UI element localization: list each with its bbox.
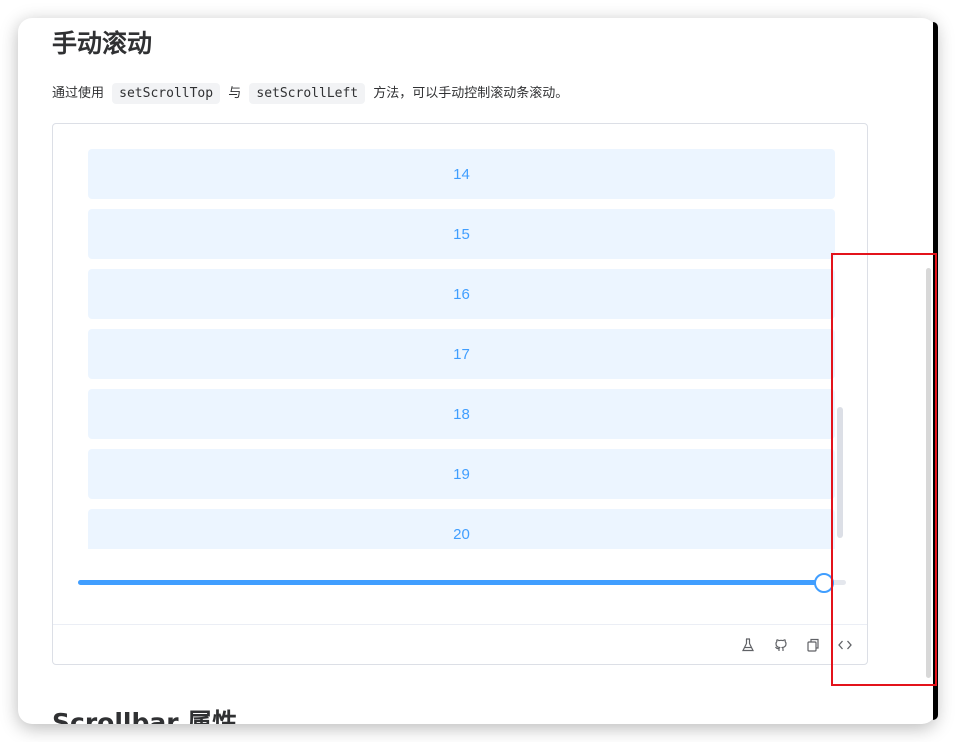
desc-text-end: 方法，可以手动控制滚动条滚动。 xyxy=(373,86,569,101)
scrollbar-item: 14 xyxy=(88,149,835,199)
scrollbar-viewport[interactable]: 14 15 16 17 18 19 20 xyxy=(88,149,836,549)
desc-text-middle: 与 xyxy=(228,86,242,101)
next-section-title: Scrollbar 属性 xyxy=(52,708,238,724)
code-set-scroll-top: setScrollTop xyxy=(112,83,221,104)
scrollbar-item: 15 xyxy=(88,209,835,259)
section-description: 通过使用 setScrollTop 与 setScrollLeft 方法，可以手… xyxy=(52,82,569,104)
github-icon[interactable] xyxy=(772,636,790,654)
scrollbar-item: 16 xyxy=(88,269,835,319)
scrollbar-item: 17 xyxy=(88,329,835,379)
copy-icon[interactable] xyxy=(804,636,822,654)
scrollbar-item: 18 xyxy=(88,389,835,439)
highlight-annotation-box xyxy=(831,253,937,686)
scrollbar-item: 20 xyxy=(88,509,835,549)
scroll-slider[interactable] xyxy=(78,573,846,593)
scrollbar-item: 19 xyxy=(88,449,835,499)
docs-window: 手动滚动 通过使用 setScrollTop 与 setScrollLeft 方… xyxy=(18,18,936,724)
flask-icon[interactable] xyxy=(739,636,757,654)
demo-card: 14 15 16 17 18 19 20 xyxy=(52,123,868,665)
section-title: 手动滚动 xyxy=(52,29,153,58)
code-set-scroll-left: setScrollLeft xyxy=(249,83,366,104)
demo-footer xyxy=(53,624,867,665)
desc-text-start: 通过使用 xyxy=(52,86,105,101)
slider-bar xyxy=(78,580,823,585)
